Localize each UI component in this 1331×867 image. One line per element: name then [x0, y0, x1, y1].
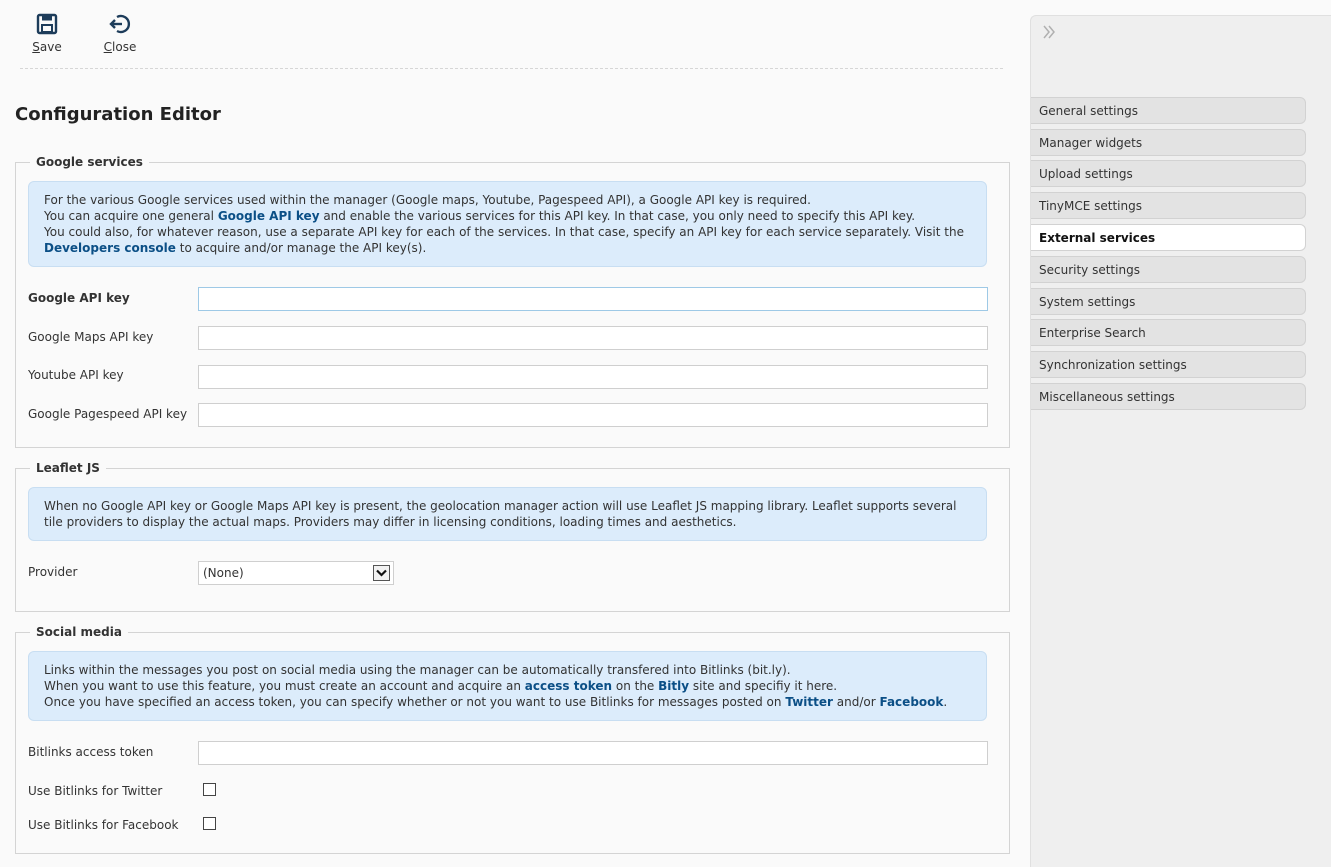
- google-api-key-input[interactable]: [198, 287, 988, 311]
- chevron-down-icon[interactable]: [373, 565, 390, 581]
- social-media-legend: Social media: [30, 625, 128, 639]
- bitlinks-facebook-label: Use Bitlinks for Facebook: [28, 818, 179, 832]
- google-api-key-link[interactable]: Google API key: [218, 209, 320, 223]
- sidebar-item-synchronization-settings[interactable]: Synchronization settings: [1031, 351, 1306, 378]
- youtube-api-key-label: Youtube API key: [28, 368, 124, 382]
- sidebar-item-security-settings[interactable]: Security settings: [1031, 256, 1306, 283]
- google-api-key-label: Google API key: [28, 291, 130, 305]
- collapse-panel-button[interactable]: [1041, 24, 1057, 43]
- access-token-link[interactable]: access token: [525, 679, 612, 693]
- google-services-fieldset: Google services For the various Google s…: [15, 155, 1010, 448]
- sidebar-item-general-settings[interactable]: General settings: [1031, 97, 1306, 124]
- page-title: Configuration Editor: [15, 104, 221, 125]
- sidebar-item-miscellaneous-settings[interactable]: Miscellaneous settings: [1031, 383, 1306, 410]
- save-icon: [36, 13, 58, 35]
- sidebar-item-upload-settings[interactable]: Upload settings: [1031, 160, 1306, 187]
- google-maps-api-key-label: Google Maps API key: [28, 330, 154, 344]
- configuration-editor-app: Save Close Configuration Editor Google s…: [0, 0, 1331, 867]
- sidebar-item-external-services[interactable]: External services: [1031, 224, 1306, 251]
- toolbar: Save Close: [20, 10, 1003, 69]
- social-info-line-3: Once you have specified an access token,…: [44, 695, 948, 709]
- google-info-line-1: For the various Google services used wit…: [44, 193, 811, 207]
- bitlinks-facebook-checkbox[interactable]: [203, 817, 216, 830]
- facebook-link[interactable]: Facebook: [879, 695, 943, 709]
- leaflet-info-box: When no Google API key or Google Maps AP…: [28, 487, 987, 541]
- save-label: Save: [32, 40, 62, 54]
- sidebar-item-manager-widgets[interactable]: Manager widgets: [1031, 129, 1306, 156]
- social-info-line-2: When you want to use this feature, you m…: [44, 679, 838, 693]
- bitlinks-twitter-checkbox[interactable]: [203, 783, 216, 796]
- leaflet-fieldset: Leaflet JS When no Google API key or Goo…: [15, 461, 1010, 612]
- google-services-legend: Google services: [30, 155, 149, 169]
- bitlinks-token-input[interactable]: [198, 741, 988, 765]
- google-pagespeed-api-key-label: Google Pagespeed API key: [28, 407, 188, 421]
- close-exit-icon: [109, 14, 130, 34]
- provider-label: Provider: [28, 565, 78, 579]
- settings-sidebar: General settings Manager widgets Upload …: [1030, 15, 1331, 867]
- google-maps-api-key-input[interactable]: [198, 326, 988, 350]
- save-button[interactable]: Save: [17, 10, 77, 54]
- google-info-box: For the various Google services used wit…: [28, 181, 987, 267]
- twitter-link[interactable]: Twitter: [785, 695, 833, 709]
- google-info-line-2: You can acquire one general Google API k…: [44, 209, 916, 223]
- bitlinks-twitter-label: Use Bitlinks for Twitter: [28, 784, 163, 798]
- social-info-box: Links within the messages you post on so…: [28, 651, 987, 721]
- google-pagespeed-api-key-input[interactable]: [198, 403, 988, 427]
- double-chevron-right-icon: [1043, 25, 1055, 39]
- bitlinks-token-label: Bitlinks access token: [28, 745, 154, 759]
- bitly-link[interactable]: Bitly: [658, 679, 689, 693]
- google-info-line-3: You could also, for whatever reason, use…: [44, 225, 964, 255]
- close-button[interactable]: Close: [90, 10, 150, 54]
- sidebar-item-system-settings[interactable]: System settings: [1031, 288, 1306, 315]
- provider-select[interactable]: (None): [198, 561, 394, 585]
- sidebar-item-tinymce-settings[interactable]: TinyMCE settings: [1031, 192, 1306, 219]
- social-info-line-1: Links within the messages you post on so…: [44, 663, 791, 677]
- provider-selected-value: (None): [203, 566, 244, 580]
- youtube-api-key-input[interactable]: [198, 365, 988, 389]
- close-label: Close: [103, 40, 137, 54]
- leaflet-legend: Leaflet JS: [30, 461, 106, 475]
- leaflet-info-text: When no Google API key or Google Maps AP…: [44, 499, 957, 529]
- social-media-fieldset: Social media Links within the messages y…: [15, 625, 1010, 854]
- sidebar-item-enterprise-search[interactable]: Enterprise Search: [1031, 319, 1306, 346]
- developers-console-link[interactable]: Developers console: [44, 241, 176, 255]
